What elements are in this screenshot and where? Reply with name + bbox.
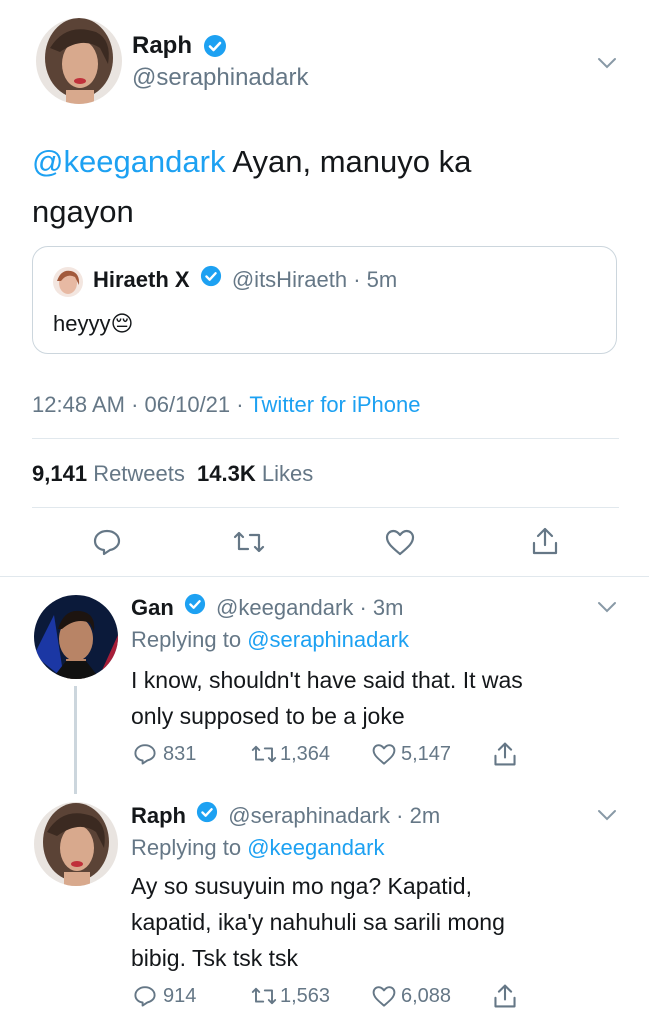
retweet-count: 1,364 — [280, 742, 331, 765]
quoted-name: Hiraeth X — [93, 267, 190, 292]
like-icon[interactable] — [384, 527, 416, 562]
tweet-date: 06/10/21 — [144, 392, 231, 417]
reply-handle[interactable]: @seraphinadark — [228, 803, 390, 828]
retweet-count: 1,563 — [280, 984, 331, 1007]
verified-badge-icon — [200, 265, 222, 293]
tweet-stats: 9,141 Retweets 14.3K Likes — [32, 461, 313, 487]
tweet-text: @keegandark Ayan, manuyo ka ngayon — [32, 137, 612, 237]
verified-badge-icon — [203, 34, 227, 63]
reply-count: 831 — [163, 742, 197, 765]
retweets-stat[interactable]: 9,141 Retweets — [32, 461, 185, 486]
thread-line — [74, 686, 77, 794]
replying-to-label: Replying to — [131, 835, 248, 860]
separator-dot: · — [230, 392, 250, 417]
quoted-time: 5m — [366, 267, 398, 292]
chevron-down-icon[interactable] — [596, 52, 618, 79]
replying-to-link[interactable]: @seraphinadark — [247, 627, 409, 652]
share-icon[interactable] — [492, 740, 518, 773]
reply-text-line: I know, shouldn't have said that. It was — [131, 667, 523, 693]
tweet-time: 12:48 AM — [32, 392, 125, 417]
reply-header: Raph @seraphinadark · 2m — [131, 801, 441, 831]
author-avatar[interactable] — [36, 18, 122, 104]
reply-name[interactable]: Raph — [131, 803, 186, 828]
reply-action[interactable]: 914 — [133, 984, 196, 1008]
quoted-header: Hiraeth X @itsHiraeth · 5m — [93, 265, 398, 295]
reply-time: 2m — [409, 803, 441, 828]
replying-to: Replying to @seraphinadark — [131, 627, 409, 653]
verified-badge-icon — [196, 801, 218, 829]
reply-header: Gan @keegandark · 3m — [131, 593, 404, 623]
separator-dot: · — [124, 392, 145, 417]
replying-to-link[interactable]: @keegandark — [247, 835, 384, 860]
reply-text-line: only supposed to be a joke — [131, 703, 405, 729]
separator-dot: · — [353, 595, 373, 620]
likes-label: Likes — [261, 461, 314, 486]
author-handle[interactable]: @seraphinadark — [132, 64, 308, 92]
mention-link[interactable]: @keegandark — [32, 144, 225, 179]
chevron-down-icon[interactable] — [596, 596, 618, 623]
likes-stat[interactable]: 14.3K Likes — [197, 461, 313, 486]
separator-dot: · — [390, 803, 410, 828]
retweets-count: 9,141 — [32, 461, 88, 486]
reply-text: Ay so susuyuin mo nga? Kapatid, kapatid,… — [131, 868, 631, 976]
reply-text-line: kapatid, ika'y nahuhuli sa sarili mong — [131, 909, 505, 935]
replying-to-label: Replying to — [131, 627, 248, 652]
reply-text-line: bibig. Tsk tsk tsk — [131, 945, 299, 971]
reply-avatar[interactable] — [34, 802, 118, 886]
chevron-down-icon[interactable] — [596, 804, 618, 831]
quoted-handle: @itsHiraeth — [231, 267, 348, 292]
reply-time: 3m — [372, 595, 404, 620]
reply-icon — [134, 986, 156, 1007]
retweet-icon — [251, 987, 277, 1005]
retweet-action[interactable]: 1,563 — [250, 984, 330, 1008]
divider — [32, 438, 619, 439]
likes-count: 14.3K — [197, 461, 256, 486]
retweets-label: Retweets — [93, 461, 185, 486]
reply-action[interactable]: 831 — [133, 742, 196, 766]
tweet-meta: 12:48 AM · 06/10/21 · Twitter for iPhone — [32, 392, 421, 418]
reply-name[interactable]: Gan — [131, 595, 174, 620]
quoted-tweet-card[interactable]: Hiraeth X @itsHiraeth · 5m heyyy😔 — [32, 246, 617, 354]
like-action[interactable]: 6,088 — [371, 984, 451, 1008]
like-icon — [372, 744, 396, 765]
author-name[interactable]: Raph — [132, 32, 192, 60]
share-icon[interactable] — [492, 982, 518, 1015]
reply-icon[interactable] — [92, 527, 122, 562]
like-count: 5,147 — [401, 742, 452, 765]
quoted-text: heyyy😔 — [53, 311, 134, 336]
reply-count: 914 — [163, 984, 197, 1007]
divider — [0, 576, 649, 577]
like-action[interactable]: 5,147 — [371, 742, 451, 766]
like-icon — [372, 986, 396, 1007]
reply-handle[interactable]: @keegandark — [216, 595, 353, 620]
retweet-icon — [251, 745, 277, 763]
quoted-avatar — [53, 267, 83, 297]
reply-text: I know, shouldn't have said that. It was… — [131, 662, 621, 734]
separator-dot: · — [347, 267, 367, 292]
share-icon[interactable] — [530, 525, 560, 562]
tweet-text-part: ngayon — [32, 194, 134, 229]
tweet-text-part: Ayan, manuyo ka — [225, 144, 472, 179]
reply-text-line: Ay so susuyuin mo nga? Kapatid, — [131, 873, 472, 899]
retweet-icon[interactable] — [232, 527, 266, 562]
tweet-source-link[interactable]: Twitter for iPhone — [249, 392, 420, 417]
verified-badge-icon — [184, 593, 206, 621]
replying-to: Replying to @keegandark — [131, 835, 385, 861]
reply-icon — [134, 744, 156, 765]
reply-avatar[interactable] — [34, 595, 118, 679]
retweet-action[interactable]: 1,364 — [250, 742, 330, 766]
like-count: 6,088 — [401, 984, 452, 1007]
divider — [32, 507, 619, 508]
